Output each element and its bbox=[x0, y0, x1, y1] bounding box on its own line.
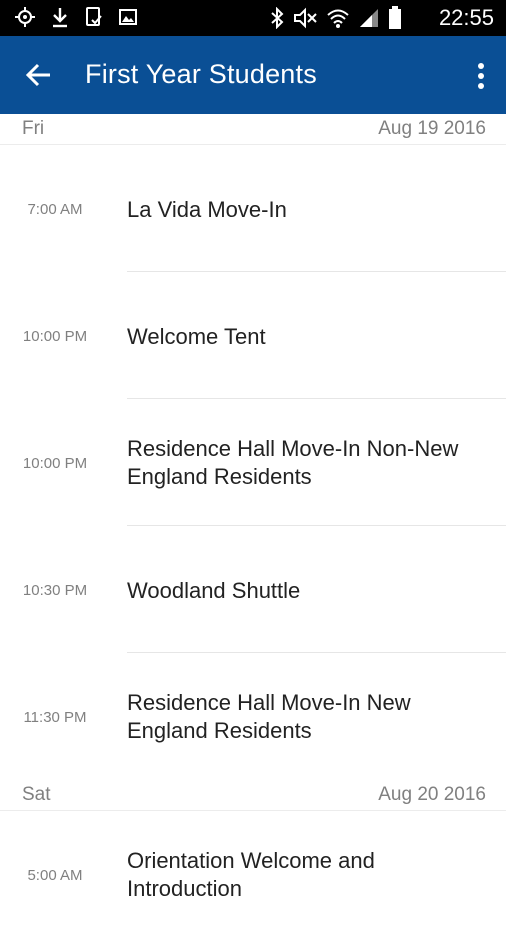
event-row[interactable]: 10:00 PM Residence Hall Move-In Non-New … bbox=[0, 399, 506, 526]
event-row[interactable]: 11:30 PM Residence Hall Move-In New Engl… bbox=[0, 653, 506, 780]
event-row[interactable]: 10:00 PM Welcome Tent bbox=[0, 272, 506, 399]
event-title: Welcome Tent bbox=[127, 324, 266, 349]
image-icon bbox=[119, 9, 137, 25]
bluetooth-icon bbox=[271, 7, 284, 29]
signal-icon bbox=[360, 9, 378, 27]
event-title: La Vida Move-In bbox=[127, 197, 287, 222]
event-row[interactable]: 5:00 AM Orientation Welcome and Introduc… bbox=[0, 811, 506, 938]
event-title: Orientation Welcome and Introduction bbox=[127, 848, 375, 901]
status-left-icons bbox=[14, 6, 138, 28]
event-time: 5:00 AM bbox=[27, 867, 83, 884]
day-date: Aug 20 2016 bbox=[378, 784, 486, 805]
event-title: Residence Hall Move-In New England Resid… bbox=[127, 690, 411, 743]
file-icon bbox=[86, 7, 102, 26]
event-time: 10:00 PM bbox=[22, 328, 88, 345]
arrow-back-icon[interactable] bbox=[24, 60, 54, 90]
wifi-icon bbox=[327, 9, 349, 28]
event-time: 11:30 PM bbox=[23, 709, 87, 726]
status-right-icons bbox=[270, 6, 402, 30]
battery-icon bbox=[389, 6, 401, 29]
event-time: 10:00 PM bbox=[22, 455, 88, 472]
event-time: 10:30 PM bbox=[22, 582, 88, 599]
event-time: 7:00 AM bbox=[27, 201, 83, 218]
day-name: Fri bbox=[22, 118, 45, 139]
event-row[interactable]: 7:00 AM La Vida Move-In bbox=[0, 145, 506, 272]
status-time: 22:55 bbox=[438, 5, 494, 30]
mute-icon bbox=[294, 7, 317, 29]
page-title: First Year Students bbox=[85, 59, 317, 89]
day-date: Aug 19 2016 bbox=[378, 118, 486, 139]
event-title: Woodland Shuttle bbox=[127, 578, 301, 603]
day-header: Fri Aug 19 2016 bbox=[0, 114, 506, 145]
app-bar: First Year Students bbox=[0, 36, 506, 114]
download-icon bbox=[53, 8, 67, 28]
day-header: Sat Aug 20 2016 bbox=[0, 780, 506, 811]
gps-icon bbox=[15, 7, 35, 27]
day-name: Sat bbox=[22, 784, 51, 805]
status-bar: 22:55 bbox=[0, 0, 506, 36]
event-row[interactable]: 10:30 PM Woodland Shuttle bbox=[0, 526, 506, 653]
more-vert-icon[interactable] bbox=[476, 62, 486, 90]
event-title: Residence Hall Move-In Non-New England R… bbox=[127, 436, 459, 489]
